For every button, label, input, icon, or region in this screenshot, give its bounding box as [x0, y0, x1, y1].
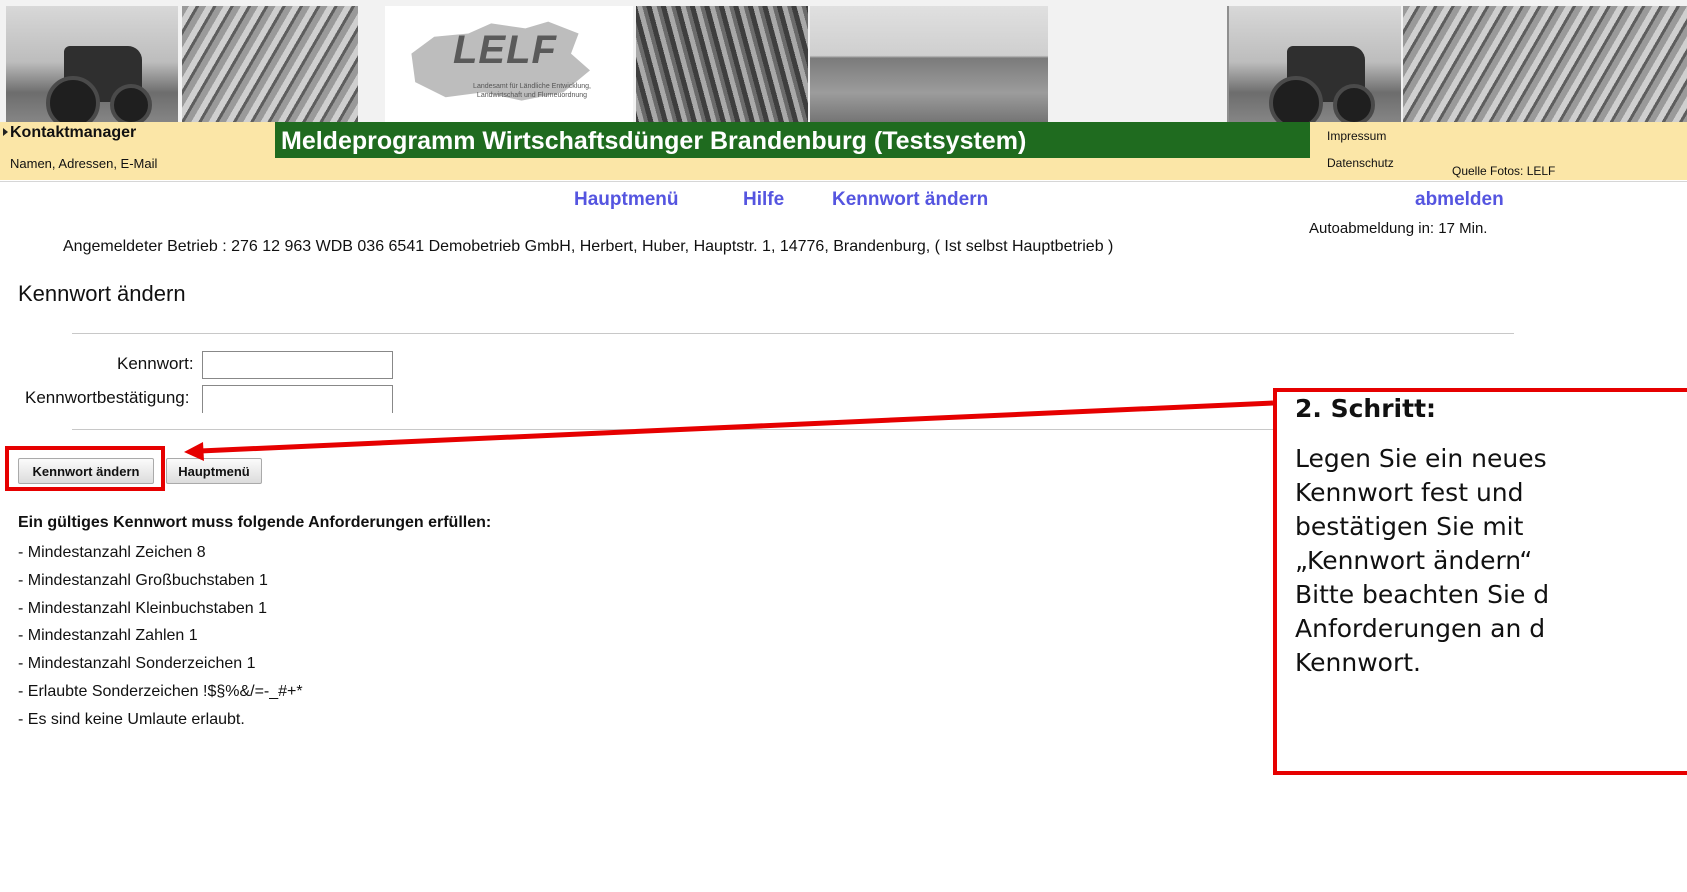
logo-title: LELF [453, 28, 557, 72]
photo-credit: Quelle Fotos: LELF [1452, 164, 1556, 178]
list-item: - Erlaubte Sonderzeichen !$§%&/=-_#+* [18, 682, 303, 700]
sheep-pasture-photo [810, 6, 1048, 130]
callout-line: bestätigen Sie mit [1295, 512, 1524, 541]
lelf-logo: LELF Landesamt für Ländliche Entwicklung… [385, 6, 633, 130]
callout-title: 2. Schritt: [1295, 394, 1437, 423]
roots-photo-repeat [1403, 6, 1687, 130]
app-title: Meldeprogramm Wirtschaftsdünger Brandenb… [281, 127, 1027, 155]
logout-link[interactable]: abmelden [1415, 189, 1504, 211]
callout-text: Legen Sie ein neues Kennwort fest und be… [1295, 442, 1687, 680]
callout-line: „Kennwort ändern“ [1295, 546, 1533, 575]
highlight-box [5, 446, 165, 491]
main-menu-button[interactable]: Hauptmenü [166, 458, 262, 484]
nav-hauptmenu-link[interactable]: Hauptmenü [574, 189, 679, 211]
tractor-photo-repeat [1229, 6, 1401, 130]
list-item: - Mindestanzahl Kleinbuchstaben 1 [18, 599, 268, 617]
datenschutz-link[interactable]: Datenschutz [1327, 156, 1394, 170]
list-item: - Mindestanzahl Sonderzeichen 1 [18, 655, 256, 673]
divider [72, 333, 1514, 334]
nav-hilfe-link[interactable]: Hilfe [743, 189, 784, 211]
caret-right-icon [3, 128, 8, 136]
list-item: - Mindestanzahl Großbuchstaben 1 [18, 571, 268, 589]
nav-kennwort-aendern-link[interactable]: Kennwort ändern [832, 189, 988, 211]
requirements-list: - Mindestanzahl Zeichen 8 - Mindestanzah… [18, 539, 303, 734]
list-item: - Mindestanzahl Zahlen 1 [18, 627, 198, 645]
page-title: Kennwort ändern [18, 281, 186, 306]
list-item: - Es sind keine Umlaute erlaubt. [18, 710, 245, 728]
title-underbar [275, 158, 1310, 180]
roots-photo [182, 6, 358, 130]
contact-manager-subtitle: Namen, Adressen, E-Mail [10, 156, 158, 171]
callout-line: Bitte beachten Sie d [1295, 580, 1550, 609]
contact-manager-link[interactable]: Kontaktmanager [10, 124, 136, 142]
impressum-link[interactable]: Impressum [1327, 129, 1386, 143]
password-confirm-input[interactable] [202, 385, 393, 413]
callout-line: Anforderungen an d [1295, 614, 1546, 643]
password-input[interactable] [202, 351, 393, 379]
auto-logout-timer: Autoabmeldung in: 17 Min. [1309, 220, 1488, 237]
callout-line: Legen Sie ein neues [1295, 444, 1547, 473]
callout-line: Kennwort. [1295, 648, 1421, 677]
list-item: - Mindestanzahl Zeichen 8 [18, 544, 206, 561]
logo-subtitle: Landesamt für Ländliche Entwicklung, Lan… [473, 83, 591, 99]
password-confirm-label: Kennwortbestätigung: [25, 388, 190, 407]
requirements-title: Ein gültiges Kennwort muss folgende Anfo… [18, 514, 492, 531]
tractor-photo [6, 6, 178, 130]
password-label: Kennwort: [117, 354, 194, 373]
meadow-photo [1050, 6, 1225, 130]
callout-line: Kennwort fest und [1295, 478, 1524, 507]
header-banner [0, 0, 1687, 130]
cornfield-photo [636, 6, 808, 130]
logged-in-company: Angemeldeter Betrieb : 276 12 963 WDB 03… [63, 238, 1114, 255]
divider [0, 181, 1687, 182]
